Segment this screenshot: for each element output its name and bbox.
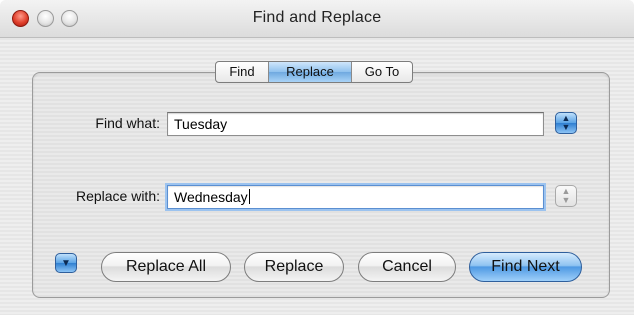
replace-button[interactable]: Replace [244,252,344,282]
find-what-label: Find what: [95,115,160,131]
tab-replace[interactable]: Replace [269,62,352,82]
find-options-button[interactable]: ▲ ▼ [555,112,577,134]
window-title: Find and Replace [252,9,382,26]
replace-with-value: Wednesday [174,189,248,205]
find-what-value: Tuesday [174,116,228,132]
tab-find[interactable]: Find [216,62,269,82]
text-cursor [248,189,250,204]
find-replace-window: Find and Replace Find Replace Go To Find… [0,0,634,315]
replace-all-button[interactable]: Replace All [101,252,231,282]
tab-go-to[interactable]: Go To [352,62,412,82]
replace-with-label: Replace with: [75,188,160,204]
cancel-button[interactable]: Cancel [358,252,456,282]
up-down-arrows-icon: ▲ ▼ [561,186,571,205]
find-what-field[interactable]: Tuesday [167,112,544,136]
up-down-arrows-icon: ▲ ▼ [561,113,571,132]
replace-options-button[interactable]: ▲ ▼ [555,185,577,207]
tab-bar: Find Replace Go To [215,61,413,83]
find-next-button[interactable]: Find Next [469,252,582,282]
replace-with-field[interactable]: Wednesday [167,185,544,209]
more-options-button[interactable]: ▼ [55,253,77,273]
chevron-down-icon: ▼ [61,257,71,269]
title-bar[interactable]: Find and Replace [0,0,634,38]
